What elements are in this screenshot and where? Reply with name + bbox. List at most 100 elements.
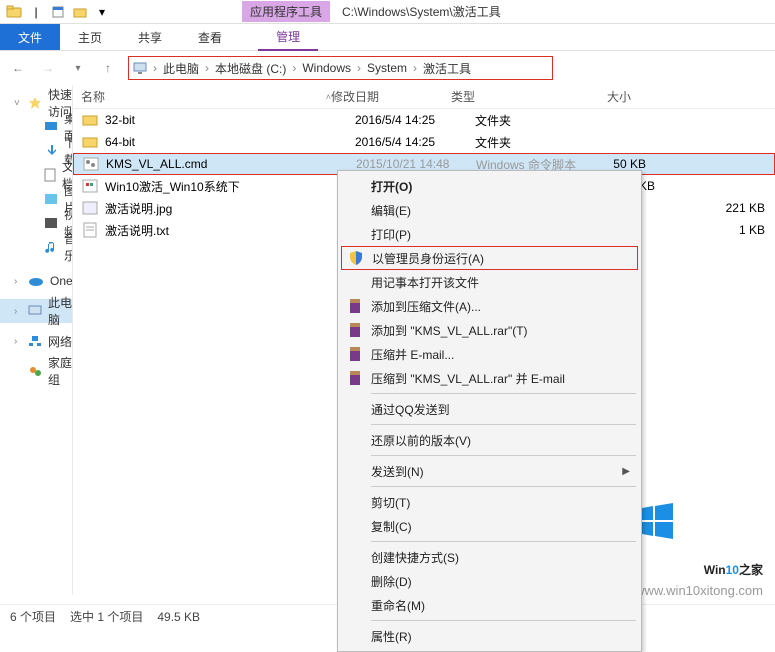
folder-icon xyxy=(81,111,99,129)
sidebar-network[interactable]: ›网络 xyxy=(0,329,72,353)
file-name: 32-bit xyxy=(105,113,355,127)
sidebar-label: 网络 xyxy=(48,333,72,350)
status-selected: 选中 1 个项目 xyxy=(70,608,143,625)
menu-add-rar[interactable]: 添加到 "KMS_VL_ALL.rar"(T) xyxy=(341,318,638,342)
tab-view[interactable]: 查看 xyxy=(180,24,240,51)
sidebar-onedrive[interactable]: ›OneDrive xyxy=(0,269,72,293)
back-button[interactable]: ← xyxy=(6,56,30,80)
file-name: Win10激活_Win10系统下 xyxy=(105,178,355,195)
network-icon xyxy=(28,335,42,347)
star-icon xyxy=(28,96,42,110)
qat-dropdown-icon[interactable]: ▾ xyxy=(92,2,112,22)
file-name: 64-bit xyxy=(105,135,355,149)
tab-home[interactable]: 主页 xyxy=(60,24,120,51)
file-type: 文件夹 xyxy=(475,112,585,129)
menu-shortcut[interactable]: 创建快捷方式(S) xyxy=(341,545,638,569)
title-bar: | ▾ 应用程序工具 C:\Windows\System\激活工具 xyxy=(0,0,775,24)
sidebar-label: 音乐 xyxy=(64,230,73,264)
crumb-folder[interactable]: 激活工具 xyxy=(423,60,471,77)
file-row-folder[interactable]: 64-bit 2016/5/4 14:25 文件夹 xyxy=(73,131,775,153)
context-menu: 打开(O) 编辑(E) 打印(P) 以管理员身份运行(A) 用记事本打开该文件 … xyxy=(337,170,642,652)
menu-label: 以管理员身份运行(A) xyxy=(372,250,484,267)
crumb-thispc[interactable]: 此电脑 xyxy=(163,60,199,77)
file-type: 文件夹 xyxy=(475,134,585,151)
submenu-arrow-icon: ▶ xyxy=(622,466,630,477)
menu-qq-send[interactable]: 通过QQ发送到 xyxy=(341,397,638,421)
qat-divider: | xyxy=(26,2,46,22)
file-size: 221 KB xyxy=(705,201,775,215)
menu-compress-email[interactable]: 压缩并 E-mail... xyxy=(341,342,638,366)
menu-restore[interactable]: 还原以前的版本(V) xyxy=(341,428,638,452)
menu-compress-rar-email[interactable]: 压缩到 "KMS_VL_ALL.rar" 并 E-mail xyxy=(341,366,638,390)
text-icon xyxy=(81,221,99,239)
nav-bar: ← → ▾ ↑ › 此电脑› 本地磁盘 (C:)› Windows› Syste… xyxy=(0,51,775,85)
up-button[interactable]: ↑ xyxy=(96,56,120,80)
file-date: 2016/5/4 14:25 xyxy=(355,113,475,127)
desktop-icon xyxy=(44,121,58,133)
qat-properties-icon[interactable] xyxy=(48,2,68,22)
file-name: 激活说明.txt xyxy=(105,222,355,239)
ribbon-tabs: 文件 主页 共享 查看 管理 xyxy=(0,24,775,51)
recent-dropdown[interactable]: ▾ xyxy=(66,56,90,80)
rar-icon xyxy=(346,297,364,315)
menu-copy[interactable]: 复制(C) xyxy=(341,514,638,538)
menu-run-as-admin[interactable]: 以管理员身份运行(A) xyxy=(341,246,638,270)
crumb-system[interactable]: System xyxy=(367,61,407,75)
tab-manage[interactable]: 管理 xyxy=(258,24,318,51)
file-tab[interactable]: 文件 xyxy=(0,24,60,50)
quick-access-toolbar: | ▾ xyxy=(4,2,112,22)
watermark-url: www.win10xitong.com xyxy=(635,583,763,598)
menu-delete[interactable]: 删除(D) xyxy=(341,569,638,593)
menu-add-archive[interactable]: 添加到压缩文件(A)... xyxy=(341,294,638,318)
rar-icon xyxy=(346,345,364,363)
status-size: 49.5 KB xyxy=(157,610,200,624)
pictures-icon xyxy=(44,193,58,205)
video-icon xyxy=(44,217,58,229)
sidebar-label: 此电脑 xyxy=(48,294,72,328)
shortcut-icon xyxy=(81,177,99,195)
status-item-count: 6 个项目 xyxy=(10,608,56,625)
column-headers: 名称˄ 修改日期 类型 大小 xyxy=(73,85,775,109)
col-type[interactable]: 类型 xyxy=(451,88,561,105)
menu-print[interactable]: 打印(P) xyxy=(341,222,638,246)
menu-label: 压缩并 E-mail... xyxy=(371,346,454,363)
document-icon xyxy=(44,168,56,182)
menu-label: 添加到 "KMS_VL_ALL.rar"(T) xyxy=(371,322,528,339)
forward-button[interactable]: → xyxy=(36,56,60,80)
menu-cut[interactable]: 剪切(T) xyxy=(341,490,638,514)
sidebar-documents[interactable]: 文档📌 xyxy=(0,163,72,187)
menu-edit[interactable]: 编辑(E) xyxy=(341,198,638,222)
file-date: 2016/5/4 14:25 xyxy=(355,135,475,149)
menu-open-notepad[interactable]: 用记事本打开该文件 xyxy=(341,270,638,294)
window-title-path: C:\Windows\System\激活工具 xyxy=(342,3,501,20)
music-icon xyxy=(44,240,58,254)
file-row-folder[interactable]: 32-bit 2016/5/4 14:25 文件夹 xyxy=(73,109,775,131)
sidebar-videos[interactable]: 视频 xyxy=(0,211,72,235)
crumb-windows[interactable]: Windows xyxy=(302,61,351,75)
tab-share[interactable]: 共享 xyxy=(120,24,180,51)
sidebar-homegroup[interactable]: 家庭组 xyxy=(0,359,72,383)
sidebar-music[interactable]: 音乐 xyxy=(0,235,72,259)
navigation-pane: ˅快速访问 桌面📌 下载📌 文档📌 图片📌 视频 音乐 ›OneDrive ›此… xyxy=(0,85,73,595)
contextual-tools-badge: 应用程序工具 xyxy=(242,1,330,22)
menu-send-to[interactable]: 发送到(N)▶ xyxy=(341,459,638,483)
sidebar-thispc[interactable]: ›此电脑 xyxy=(0,299,72,323)
download-icon xyxy=(44,144,58,158)
col-name[interactable]: 名称˄ xyxy=(81,88,331,105)
cloud-icon xyxy=(28,275,44,287)
thispc-icon xyxy=(133,62,147,74)
qat-newfolder-icon[interactable] xyxy=(70,2,90,22)
col-size[interactable]: 大小 xyxy=(561,88,631,105)
sidebar-quick-access[interactable]: ˅快速访问 xyxy=(0,91,72,115)
menu-open[interactable]: 打开(O) xyxy=(341,174,638,198)
folder-icon xyxy=(81,133,99,151)
sidebar-label: OneDrive xyxy=(50,274,73,288)
col-date[interactable]: 修改日期 xyxy=(331,88,451,105)
rar-icon xyxy=(346,369,364,387)
menu-rename[interactable]: 重命名(M) xyxy=(341,593,638,617)
crumb-drive[interactable]: 本地磁盘 (C:) xyxy=(215,60,286,77)
file-size: 1 KB xyxy=(705,223,775,237)
menu-label: 压缩到 "KMS_VL_ALL.rar" 并 E-mail xyxy=(371,370,565,387)
file-name: KMS_VL_ALL.cmd xyxy=(106,157,356,171)
address-bar[interactable]: › 此电脑› 本地磁盘 (C:)› Windows› System› 激活工具 xyxy=(128,56,553,80)
